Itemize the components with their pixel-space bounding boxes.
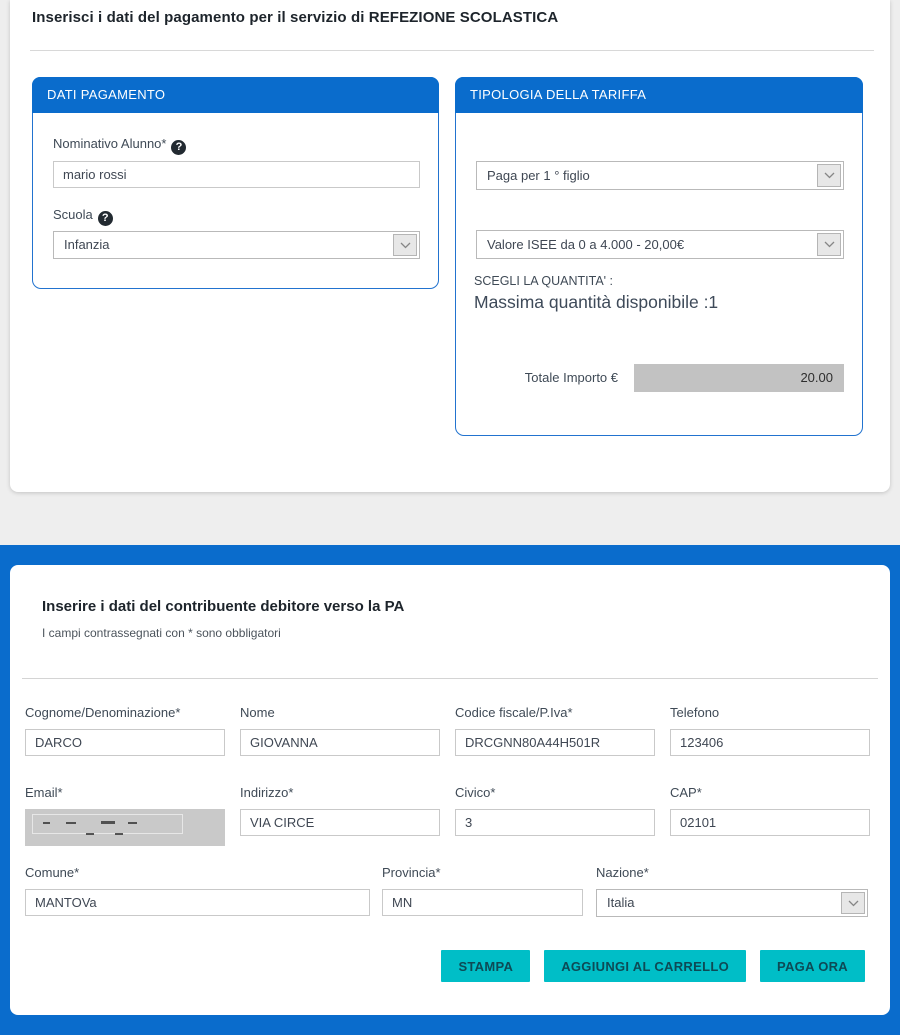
codice-fiscale-input[interactable] [455, 729, 655, 756]
tipologia-tariffa-panel: TIPOLOGIA DELLA TARIFFA Paga per 1 ° fig… [455, 77, 863, 436]
stampa-button[interactable]: STAMPA [441, 950, 530, 982]
chevron-down-icon[interactable] [841, 892, 865, 914]
help-icon[interactable]: ? [98, 211, 113, 226]
codice-fiscale-label: Codice fiscale/P.Iva* [455, 705, 655, 720]
action-buttons: STAMPA AGGIUNGI AL CARRELLO PAGA ORA [441, 950, 865, 982]
debtor-form-title: Inserire i dati del contribuente debitor… [42, 598, 404, 615]
indirizzo-label: Indirizzo* [240, 785, 440, 800]
cap-label: CAP* [670, 785, 870, 800]
cognome-label: Cognome/Denominazione* [25, 705, 225, 720]
nazione-select[interactable]: Italia [596, 889, 868, 917]
cap-input[interactable] [670, 809, 870, 836]
provincia-input[interactable] [382, 889, 583, 916]
required-fields-note: I campi contrassegnati con * sono obblig… [42, 626, 281, 640]
page-title: Inserisci i dati del pagamento per il se… [32, 9, 558, 26]
nominativo-alunno-label: Nominativo Alunno*? [53, 136, 186, 155]
help-icon[interactable]: ? [171, 140, 186, 155]
totale-importo-value: 20.00 [634, 364, 844, 392]
email-label: Email* [25, 785, 225, 800]
telefono-input[interactable] [670, 729, 870, 756]
comune-label: Comune* [25, 865, 370, 880]
massima-quantita-label: Massima quantità disponibile :1 [474, 292, 718, 313]
title-divider [30, 50, 874, 51]
dati-pagamento-header: DATI PAGAMENTO [32, 77, 439, 113]
telefono-label: Telefono [670, 705, 870, 720]
provincia-label: Provincia* [382, 865, 583, 880]
indirizzo-input[interactable] [240, 809, 440, 836]
nome-label: Nome [240, 705, 440, 720]
civico-input[interactable] [455, 809, 655, 836]
comune-input[interactable] [25, 889, 370, 916]
civico-label: Civico* [455, 785, 655, 800]
figlio-select[interactable]: Paga per 1 ° figlio [476, 161, 844, 190]
nome-input[interactable] [240, 729, 440, 756]
scegli-quantita-label: SCEGLI LA QUANTITA' : [474, 274, 613, 288]
tariffa-isee-select[interactable]: Valore ISEE da 0 a 4.000 - 20,00€ [476, 230, 844, 259]
nominativo-alunno-input[interactable] [53, 161, 420, 188]
nazione-label: Nazione* [596, 865, 868, 880]
totale-importo-label: Totale Importo € [476, 370, 618, 385]
dati-pagamento-panel: DATI PAGAMENTO Nominativo Alunno*? Scuol… [32, 77, 439, 289]
paga-ora-button[interactable]: PAGA ORA [760, 950, 865, 982]
debtor-section-background: Inserire i dati del contribuente debitor… [0, 545, 900, 1035]
email-input-outline [32, 814, 183, 834]
scuola-select[interactable]: Infanzia [53, 231, 420, 259]
cognome-input[interactable] [25, 729, 225, 756]
form-divider [22, 678, 878, 679]
email-field-redacted[interactable] [25, 809, 225, 846]
chevron-down-icon[interactable] [817, 164, 841, 187]
payment-data-card: Inserisci i dati del pagamento per il se… [10, 0, 890, 492]
tipologia-tariffa-header: TIPOLOGIA DELLA TARIFFA [455, 77, 863, 113]
chevron-down-icon[interactable] [393, 234, 417, 256]
debtor-data-card: Inserire i dati del contribuente debitor… [10, 565, 890, 1015]
scuola-label: Scuola? [53, 207, 113, 226]
chevron-down-icon[interactable] [817, 233, 841, 256]
aggiungi-al-carrello-button[interactable]: AGGIUNGI AL CARRELLO [544, 950, 746, 982]
